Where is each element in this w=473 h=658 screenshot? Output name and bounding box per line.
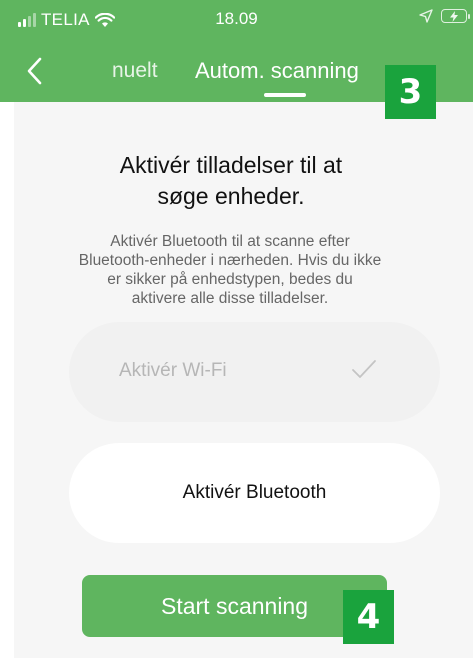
description: Aktivér Bluetooth til at scanne efter Bl… — [0, 232, 473, 308]
app-screen: TELIA 18.09 nuelt Autom. scanning Aktivé… — [0, 0, 473, 658]
annotation-badge-4: 4 — [343, 590, 394, 644]
location-arrow-icon — [419, 9, 433, 23]
description-line: aktivere alle disse tilladelser. — [131, 290, 329, 307]
title-line-1: Aktivér tilladelser til at — [119, 152, 343, 178]
enable-wifi-label: Aktivér Wi-Fi — [119, 360, 227, 381]
active-tab-indicator — [264, 93, 306, 97]
status-time: 18.09 — [215, 9, 258, 28]
checkmark-icon — [352, 360, 376, 378]
tab-manual[interactable]: nuelt — [112, 59, 158, 83]
description-line: er sikker på enhedstypen, bedes du — [107, 271, 353, 288]
page-title: Aktivér tilladelser til at søge enheder. — [0, 150, 473, 212]
battery-charging-icon — [441, 9, 470, 23]
description-line: Bluetooth-enheder i nærheden. Hvis du ik… — [78, 252, 382, 269]
description-line: Aktivér Bluetooth til at scanne efter — [110, 233, 350, 250]
enable-bluetooth-button[interactable]: Aktivér Bluetooth — [69, 443, 440, 543]
title-line-2: søge enheder. — [157, 183, 305, 209]
enable-bluetooth-label: Aktivér Bluetooth — [182, 482, 327, 503]
status-bar: TELIA 18.09 — [0, 0, 473, 40]
status-right — [419, 9, 470, 23]
chevron-left-icon — [27, 57, 42, 85]
tab-auto-scanning[interactable]: Autom. scanning — [195, 58, 359, 84]
start-scanning-button[interactable]: Start scanning — [82, 575, 387, 637]
back-button[interactable] — [26, 56, 52, 86]
annotation-badge-3: 3 — [385, 65, 436, 119]
enable-wifi-button[interactable]: Aktivér Wi-Fi — [69, 322, 440, 422]
permissions-panel: Aktivér tilladelser til at søge enheder.… — [14, 102, 473, 658]
